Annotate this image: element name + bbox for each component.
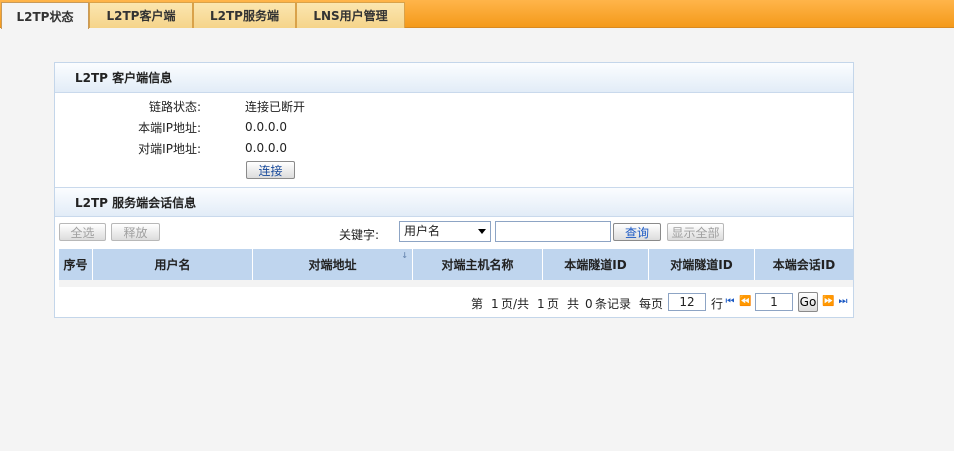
column-header-peer-hostname[interactable]: 对端主机名称 [413, 249, 543, 280]
peer-ip-label: 对端IP地址: [138, 142, 201, 156]
first-page-icon[interactable]: ⏮ [724, 296, 736, 308]
sessions-table-body [59, 280, 853, 287]
server-sessions-title: L2TP 服务端会话信息 [55, 187, 853, 217]
pager-page-suffix: 页 [547, 297, 560, 311]
per-page-input[interactable]: 12 [668, 293, 706, 311]
local-ip-label: 本端IP地址: [138, 121, 201, 135]
show-all-button[interactable]: 显示全部 [667, 223, 724, 241]
column-header-local-session-id[interactable]: 本端会话ID [755, 249, 853, 280]
tab-l2tp-client[interactable]: L2TP客户端 [89, 2, 193, 28]
sort-arrow-icon: ↓ [401, 251, 408, 260]
column-header-username[interactable]: 用户名 [93, 249, 253, 280]
keyword-select[interactable]: 用户名 [399, 221, 491, 242]
column-header-index[interactable]: 序号 [59, 249, 93, 280]
connect-button[interactable]: 连接 [246, 161, 295, 179]
pager-page-prefix: 第 [471, 297, 484, 311]
sessions-table-header: 序号 用户名 对端地址 ↓ 对端主机名称 本端隧道ID 对端隧道ID 本端会话I… [59, 249, 853, 280]
goto-page-input[interactable]: 1 [755, 293, 793, 311]
pager-per-page-label: 每页 [639, 297, 664, 311]
client-info-title: L2TP 客户端信息 [55, 63, 853, 93]
column-header-peer-address-label: 对端地址 [308, 258, 357, 272]
main-panel: L2TP 客户端信息 链路状态: 连接已断开 本端IP地址: 0.0.0.0 对… [54, 62, 854, 318]
column-header-peer-tunnel-id[interactable]: 对端隧道ID [649, 249, 755, 280]
search-input[interactable] [495, 221, 611, 242]
query-button[interactable]: 查询 [613, 223, 661, 241]
link-status-value: 连接已断开 [245, 100, 306, 114]
pager-total-prefix: 共 [567, 297, 580, 311]
column-header-peer-address[interactable]: 对端地址 ↓ [253, 249, 413, 280]
last-page-icon[interactable]: ⏭ [837, 296, 849, 308]
pager-rows-label: 行 [711, 297, 724, 311]
pager-total-pages: 1 [537, 297, 545, 311]
select-all-button[interactable]: 全选 [59, 223, 106, 241]
pager-current-page: 1 [491, 297, 499, 311]
pager-records-suffix: 条记录 [595, 297, 632, 311]
peer-ip-value: 0.0.0.0 [245, 141, 287, 155]
next-page-icon[interactable]: ⏩ [822, 296, 834, 308]
release-button[interactable]: 释放 [111, 223, 160, 241]
tab-l2tp-server[interactable]: L2TP服务端 [193, 2, 296, 28]
column-header-local-tunnel-id[interactable]: 本端隧道ID [543, 249, 649, 280]
chevron-down-icon [478, 229, 486, 234]
link-status-label: 链路状态: [148, 100, 201, 114]
keyword-label: 关键字: [339, 228, 380, 242]
tab-bar: L2TP状态 L2TP客户端 L2TP服务端 LNS用户管理 [0, 0, 954, 29]
pager-page-mid: 页/共 [501, 297, 530, 311]
pager-total-records: 0 [585, 297, 593, 311]
tab-l2tp-status[interactable]: L2TP状态 [1, 2, 89, 29]
local-ip-value: 0.0.0.0 [245, 120, 287, 134]
tab-lns-user-management[interactable]: LNS用户管理 [296, 2, 405, 28]
prev-page-icon[interactable]: ⏪ [739, 296, 751, 308]
keyword-select-value: 用户名 [404, 224, 441, 238]
go-button[interactable]: Go [798, 292, 818, 312]
